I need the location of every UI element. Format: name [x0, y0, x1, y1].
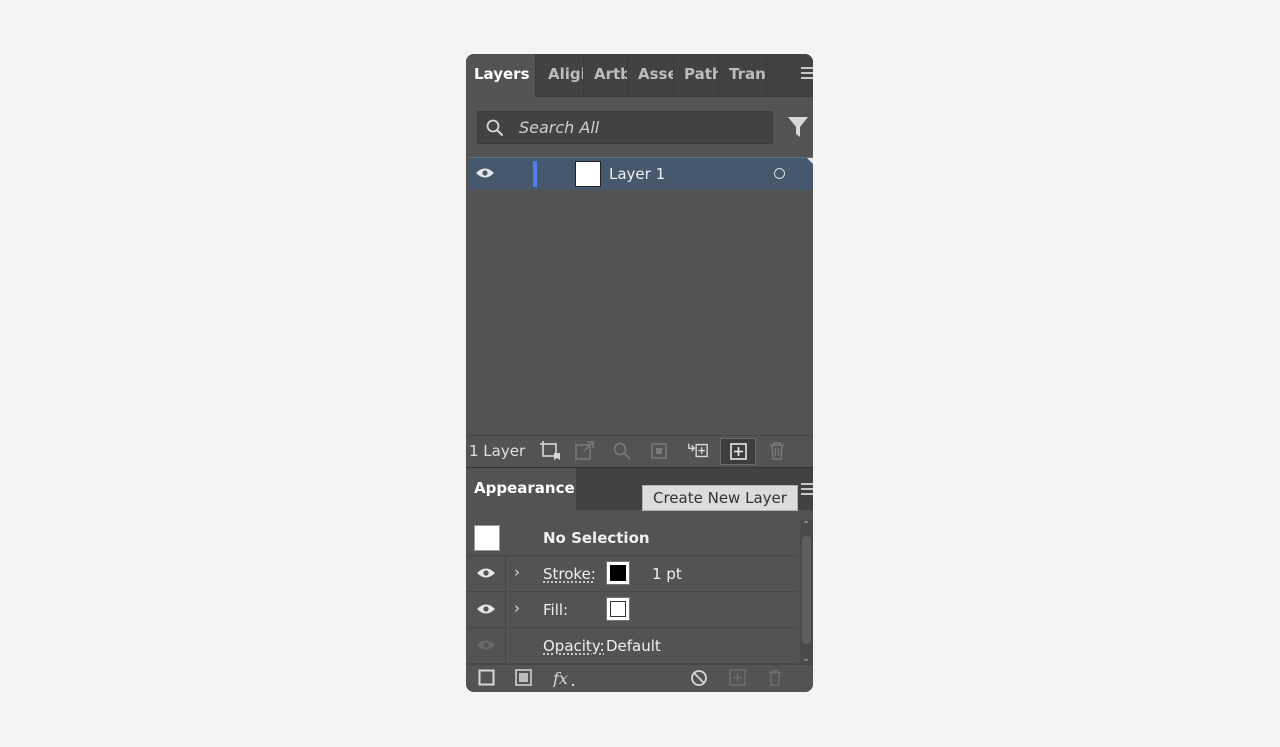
- appearance-scrollbar[interactable]: ⌃ ⌄: [800, 520, 813, 664]
- column-separator: [505, 628, 506, 664]
- trash-icon[interactable]: [766, 441, 788, 461]
- stroke-swatch[interactable]: [606, 561, 630, 585]
- stroke-row[interactable]: › Stroke: 1 pt: [466, 556, 799, 592]
- scroll-thumb[interactable]: [802, 536, 811, 644]
- tab-assets[interactable]: Asse: [628, 54, 674, 96]
- visibility-eye-icon[interactable]: [475, 167, 495, 179]
- tab-transform[interactable]: Tran: [719, 54, 767, 96]
- tooltip: Create New Layer: [642, 485, 798, 511]
- selection-thumbnail: [474, 525, 500, 551]
- column-separator: [505, 556, 506, 592]
- clear-appearance-icon[interactable]: [690, 669, 708, 687]
- new-layer-icon: [730, 443, 747, 460]
- add-new-fill-icon[interactable]: [515, 669, 532, 686]
- layers-footer: 1 Layer: [466, 435, 813, 466]
- locate-object-icon[interactable]: [612, 441, 634, 461]
- collect-export-icon[interactable]: [540, 441, 562, 461]
- fill-label: Fill:: [543, 601, 569, 619]
- chevron-right-icon[interactable]: ›: [514, 563, 520, 581]
- appearance-menu-icon[interactable]: [801, 483, 813, 497]
- create-new-layer-button[interactable]: [720, 438, 756, 465]
- trash-icon[interactable]: [766, 669, 784, 687]
- tab-appearance[interactable]: Appearance: [466, 468, 576, 510]
- search-icon: [486, 119, 504, 137]
- opacity-label[interactable]: Opacity:: [543, 637, 605, 655]
- clipping-mask-icon[interactable]: [649, 441, 671, 461]
- layer-color-bar: [533, 161, 537, 187]
- opacity-value[interactable]: Default: [606, 637, 661, 655]
- selection-corner-mark: [807, 158, 813, 164]
- appearance-footer: fx: [466, 664, 813, 692]
- visibility-eye-icon[interactable]: [476, 603, 496, 615]
- add-new-stroke-icon[interactable]: [478, 669, 495, 686]
- visibility-eye-icon[interactable]: [476, 639, 496, 651]
- layer-count: 1 Layer: [469, 442, 526, 460]
- create-sublayer-icon[interactable]: [687, 441, 709, 461]
- fx-effects-icon[interactable]: fx: [553, 669, 577, 689]
- panel-tab-bar: Layers Aligi Artb Asse Path Tran: [466, 54, 813, 97]
- chevron-right-icon[interactable]: ›: [514, 599, 520, 617]
- tab-layers[interactable]: Layers: [466, 54, 536, 97]
- tab-pathfinder[interactable]: Path: [674, 54, 719, 96]
- layers-panel: Layers Aligi Artb Asse Path Tran Search …: [466, 54, 813, 692]
- column-separator: [505, 592, 506, 628]
- export-icon[interactable]: [574, 441, 596, 461]
- search-input[interactable]: Search All: [477, 111, 773, 144]
- svg-text:fx: fx: [553, 669, 568, 688]
- opacity-row[interactable]: Opacity: Default: [466, 628, 799, 664]
- tab-align[interactable]: Aligi: [538, 54, 584, 96]
- no-selection-row: No Selection: [466, 520, 799, 556]
- layer-row[interactable]: Layer 1: [469, 157, 813, 190]
- no-selection-label: No Selection: [543, 529, 650, 547]
- target-circle-icon[interactable]: [774, 168, 785, 179]
- scroll-up-icon[interactable]: ⌃: [802, 520, 810, 531]
- layer-name[interactable]: Layer 1: [609, 165, 665, 183]
- search-placeholder: Search All: [519, 118, 600, 137]
- fill-row[interactable]: › Fill:: [466, 592, 799, 628]
- stroke-label[interactable]: Stroke:: [543, 565, 596, 583]
- panel-menu-icon[interactable]: [801, 67, 813, 81]
- stroke-weight[interactable]: 1 pt: [652, 565, 682, 583]
- fill-swatch[interactable]: [606, 597, 630, 621]
- layer-thumbnail: [575, 161, 601, 187]
- tab-artboards[interactable]: Artb: [584, 54, 628, 96]
- filter-icon[interactable]: [788, 117, 808, 137]
- duplicate-item-icon[interactable]: [729, 669, 746, 686]
- scroll-down-icon[interactable]: ⌄: [802, 653, 810, 664]
- visibility-eye-icon[interactable]: [476, 567, 496, 579]
